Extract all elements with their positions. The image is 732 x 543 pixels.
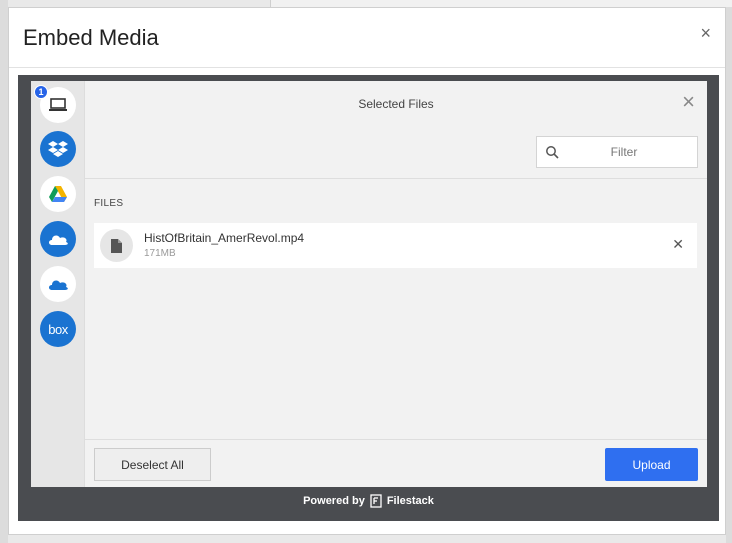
filter-input[interactable] [559, 138, 689, 166]
filestack-brand-text: Filestack [386, 495, 434, 507]
dialog-close-button[interactable]: × [700, 24, 711, 42]
filter-field[interactable] [536, 136, 698, 168]
source-dropbox[interactable] [40, 131, 76, 167]
dialog-title: Embed Media [23, 25, 159, 50]
powered-by-footer: Powered by Filestack [18, 494, 719, 508]
picker-header: Selected Files × [85, 81, 707, 129]
onedrive-icon [49, 280, 68, 290]
laptop-icon [49, 98, 67, 111]
background-page-top [270, 0, 732, 7]
deselect-all-button[interactable]: Deselect All [94, 448, 211, 481]
file-size: 171MB [144, 248, 176, 259]
file-picker: 1 box Selected Files × Filter FILES Hist… [31, 81, 707, 487]
powered-by-text: Powered by [303, 495, 365, 507]
source-onedrive-business[interactable] [40, 221, 76, 257]
search-icon [546, 146, 559, 159]
file-name: HistOfBritain_AmerRevol.mp4 [144, 231, 305, 245]
file-thumbnail [100, 229, 133, 262]
box-icon: box [48, 321, 68, 337]
picker-content: Selected Files × FILES [85, 81, 707, 487]
file-icon [111, 238, 122, 253]
source-onedrive[interactable] [40, 266, 76, 302]
dialog-header: Embed Media × [9, 8, 725, 68]
embed-media-dialog: Embed Media × 1 box Selected Files × Fil… [8, 7, 726, 535]
picker-footer: Deselect All Upload [85, 439, 707, 487]
dropbox-icon [48, 141, 68, 157]
upload-button[interactable]: Upload [605, 448, 698, 481]
file-picker-frame: 1 box Selected Files × Filter FILES Hist… [18, 75, 719, 521]
filter-bar [85, 129, 707, 179]
source-box[interactable]: box [40, 311, 76, 347]
background-page-left [0, 0, 8, 543]
source-google-drive[interactable] [40, 176, 76, 212]
picker-title: Selected Files [358, 97, 434, 111]
picker-close-button[interactable]: × [682, 91, 695, 113]
files-section-label: FILES [94, 198, 124, 209]
source-sidebar: 1 box [31, 81, 85, 487]
filestack-logo-icon [370, 494, 382, 508]
background-page-right [726, 0, 732, 543]
google-drive-icon [49, 186, 67, 202]
remove-file-button[interactable]: ✕ [672, 237, 684, 251]
selected-count-badge: 1 [34, 85, 48, 99]
onedrive-business-icon [49, 235, 68, 245]
file-list-item: HistOfBritain_AmerRevol.mp4 171MB ✕ [94, 223, 697, 268]
